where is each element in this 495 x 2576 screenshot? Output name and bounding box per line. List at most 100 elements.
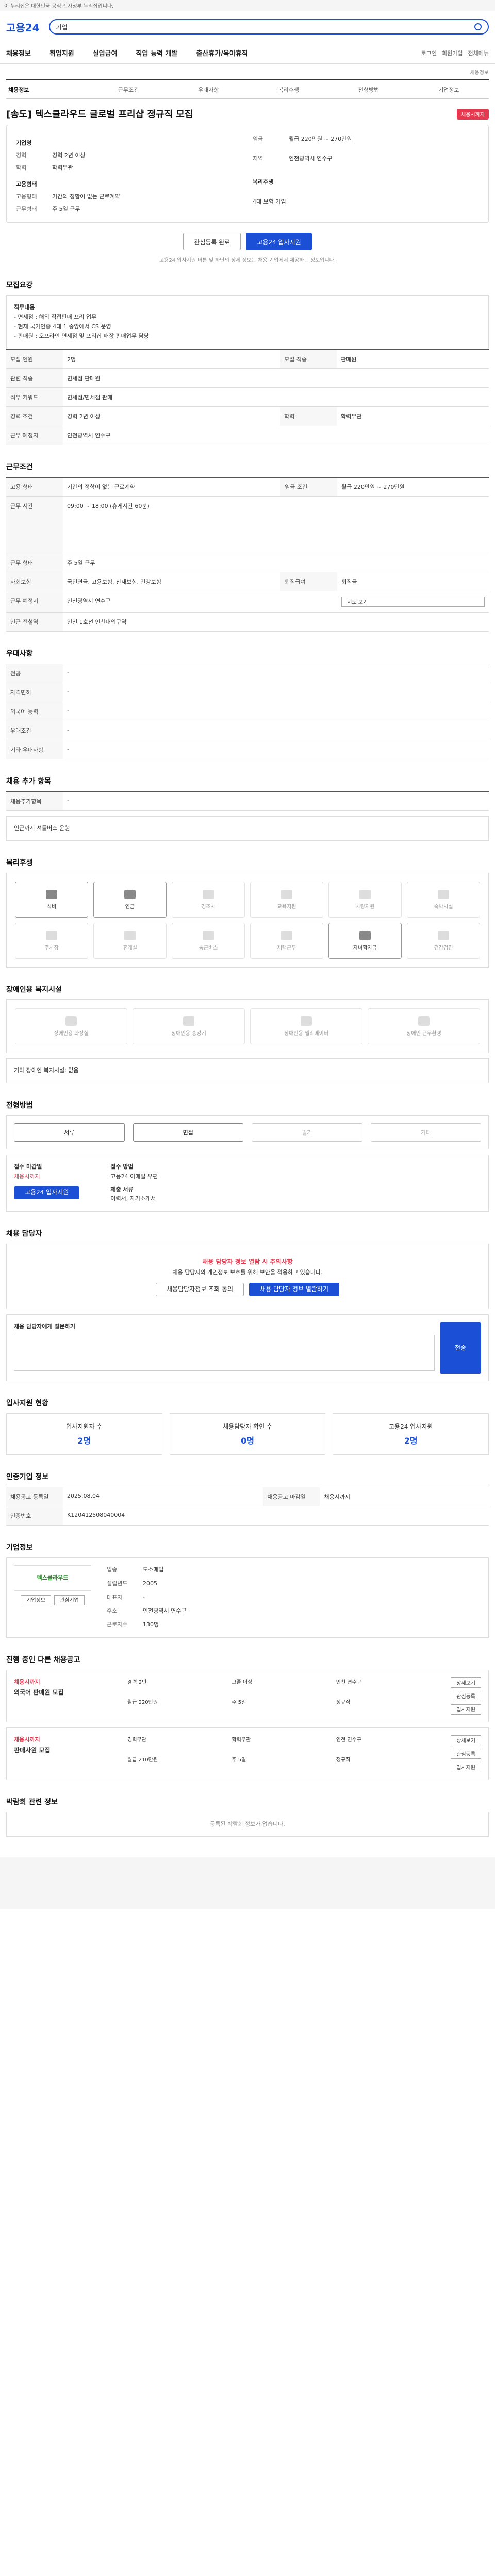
global-nav: 채용정보 취업지원 실업급여 직업 능력 개발 출산휴가/육아휴직 로그인 회원… [0, 42, 495, 64]
expo-empty: 등록된 박람회 정보가 없습니다. [6, 1811, 489, 1837]
other-job-card: 채용시까지 외국어 판매원 모집 경력 2년 고졸 이상 인천 연수구 월급 220… [6, 1669, 489, 1722]
apply-methods: 서류 면접 필기 기타 [6, 1115, 489, 1150]
section-title: 채용 추가 항목 [6, 777, 52, 786]
extra-text: 인근까지 셔틀버스 운행 [6, 816, 489, 841]
benefit-item: 숙박시설 [407, 882, 480, 918]
gift-icon [203, 889, 214, 899]
section-title: 우대사항 [6, 649, 33, 658]
question-input[interactable] [14, 1334, 435, 1371]
contact-alert: 채용 담당자 정보 열람 시 주의사항 채용 담당자의 개인정보 보호를 위해 … [6, 1243, 489, 1310]
send-button[interactable]: 전송 [440, 1322, 481, 1374]
benefit-item: 교육지원 [250, 882, 323, 918]
tab-pref[interactable]: 우대사항 [169, 80, 249, 98]
fav-company-button[interactable]: 관심기업 [54, 1595, 85, 1606]
job-title: [송도] 텍스클라우드 글로벌 프리샵 정규직 모집 [6, 109, 193, 120]
summary-right: 임금 월급 220만원 ~ 270만원 지역 인천광역시 연수구 복리후생 4대 보… [253, 135, 352, 205]
facility-item: 장애인용 승강기 [133, 1008, 245, 1045]
detail-button[interactable]: 상세보기 [451, 1735, 481, 1745]
nav-item[interactable]: 취업지원 [50, 48, 74, 58]
tab-benefit[interactable]: 복리후생 [249, 80, 328, 98]
method-interview: 면접 [133, 1123, 243, 1142]
toilet-icon [65, 1016, 77, 1026]
car-icon [359, 889, 371, 899]
deadline-badge: 채용시까지 [457, 108, 489, 120]
nav-item[interactable]: 채용정보 [6, 48, 31, 58]
lift-icon [183, 1016, 194, 1026]
extra-table: 채용추가항목 - [6, 791, 489, 811]
section-title: 입사지원 현황 [6, 1399, 49, 1408]
scrap-button[interactable]: 관심등록 완료 [183, 233, 241, 250]
allmenu-link[interactable]: 전체메뉴 [468, 49, 489, 57]
scrap-small-button[interactable]: 관심등록 [451, 1690, 481, 1701]
bus-icon [203, 930, 214, 940]
tab-apply[interactable]: 전형방법 [328, 80, 408, 98]
benefit-item: 재택근무 [250, 923, 323, 959]
elevator-icon [301, 1016, 312, 1026]
method-written: 필기 [252, 1123, 362, 1142]
benefit-item: 연금 [93, 882, 167, 918]
login-link[interactable]: 로그인 [421, 49, 437, 57]
section-title: 박람회 관련 정보 [6, 1798, 58, 1806]
parking-icon [46, 930, 57, 940]
home-icon [281, 930, 292, 940]
apply-small-button[interactable]: 입사지원 [451, 1761, 481, 1772]
notice-text: 고용24 입사지원 버튼 및 하단의 상세 정보는 채용 기업에서 제공하는 정… [159, 258, 336, 263]
tab-cond[interactable]: 근무조건 [88, 80, 168, 98]
search-input[interactable]: 기업 [56, 23, 68, 31]
facility-item: 장애인용 화장실 [15, 1008, 127, 1045]
section-title: 전형방법 [6, 1101, 33, 1110]
other-job-card: 채용시까지 판매사원 모집 경력무관 학력무관 인천 연수구 월급 210만원 주 5… [6, 1727, 489, 1780]
apply-detail: 접수 마감일 채용시까지 고용24 입사지원 접수 방법 고용24 이메일 우편… [6, 1155, 489, 1212]
company-box: 텍스클라우드 기업정보 관심기업 업종 도소매업 설립년도 2005 대표자 - 주소… [6, 1557, 489, 1638]
benefit-item: 통근버스 [172, 923, 245, 959]
util-menu: 로그인 회원가입 전체메뉴 [421, 49, 489, 57]
benefit-item: 식비 [15, 882, 88, 918]
section-title: 채용 담당자 [6, 1229, 42, 1238]
benefit-item: 주차장 [15, 923, 88, 959]
school-icon [359, 930, 371, 940]
nav-item[interactable]: 실업급여 [93, 48, 118, 58]
company-info-button[interactable]: 기업정보 [21, 1595, 51, 1606]
footer [0, 1857, 495, 1909]
section-title: 장애인용 복지시설 [6, 986, 62, 994]
search-icon[interactable] [474, 23, 482, 30]
gov-banner: 이 누리집은 대한민국 공식 전자정부 누리집입니다. [0, 0, 495, 11]
facility-item: 장애인 근무환경 [368, 1008, 480, 1045]
detail-button[interactable]: 상세보기 [451, 1677, 481, 1688]
section-title: 근무조건 [6, 463, 33, 471]
benefit-item: 건강검진 [407, 923, 480, 959]
apply-button[interactable]: 고용24 입사지원 [246, 233, 312, 250]
pension-icon [124, 889, 136, 899]
section-title: 기업정보 [6, 1544, 33, 1552]
nav-item[interactable]: 출산휴가/육아휴직 [196, 48, 248, 58]
status-stats: 입사지원자 수 2명 채용담당자 확인 수 0명 고용24 입사지원 2명 [6, 1413, 489, 1455]
tab-job[interactable]: 채용정보 [6, 80, 88, 98]
bed-icon [438, 889, 449, 899]
facility-icons: 장애인용 화장실 장애인용 승강기 장애인용 엘리베이터 장애인 근무환경 [6, 999, 489, 1054]
consent-button[interactable]: 채용담당자정보 조회 동의 [156, 1283, 244, 1297]
tab-company[interactable]: 기업정보 [409, 80, 489, 98]
question-box: 채용 담당자에게 질문하기 전송 [6, 1314, 489, 1382]
scrap-small-button[interactable]: 관심등록 [451, 1748, 481, 1759]
logo[interactable]: 고용24 [6, 20, 40, 35]
benefit-item: 자녀학자금 [328, 923, 402, 959]
nav-item[interactable]: 직업 능력 개발 [136, 48, 178, 58]
apply-button-2[interactable]: 고용24 입사지원 [14, 1185, 80, 1199]
map-button[interactable]: 지도 보기 [341, 596, 485, 607]
facility-item: 장애인용 엘리베이터 [250, 1008, 362, 1045]
method-etc: 기타 [370, 1123, 481, 1142]
job-summary-card: 기업명 경력 경력 2년 이상 학력 학력무관 고용형태 고용형태 기간의 정함이 없… [6, 125, 489, 223]
section-title: 복리후생 [6, 859, 33, 868]
health-icon [438, 930, 449, 940]
method-doc: 서류 [14, 1123, 125, 1142]
join-link[interactable]: 회원가입 [442, 49, 463, 57]
section-title: 진행 중인 다른 채용공고 [6, 1655, 80, 1664]
detail-tabs: 채용정보 근무조건 우대사항 복리후생 전형방법 기업정보 [6, 79, 489, 99]
view-contact-button[interactable]: 채용 담당자 정보 열람하기 [249, 1283, 339, 1297]
section-title: 인증기업 정보 [6, 1473, 49, 1482]
facility-none: 기타 장애인 복지시설: 없음 [6, 1058, 489, 1084]
book-icon [281, 889, 292, 899]
apply-small-button[interactable]: 입사지원 [451, 1704, 481, 1715]
search-bar[interactable]: 기업 [48, 19, 489, 35]
company-logo: 텍스클라우드 [14, 1565, 91, 1591]
